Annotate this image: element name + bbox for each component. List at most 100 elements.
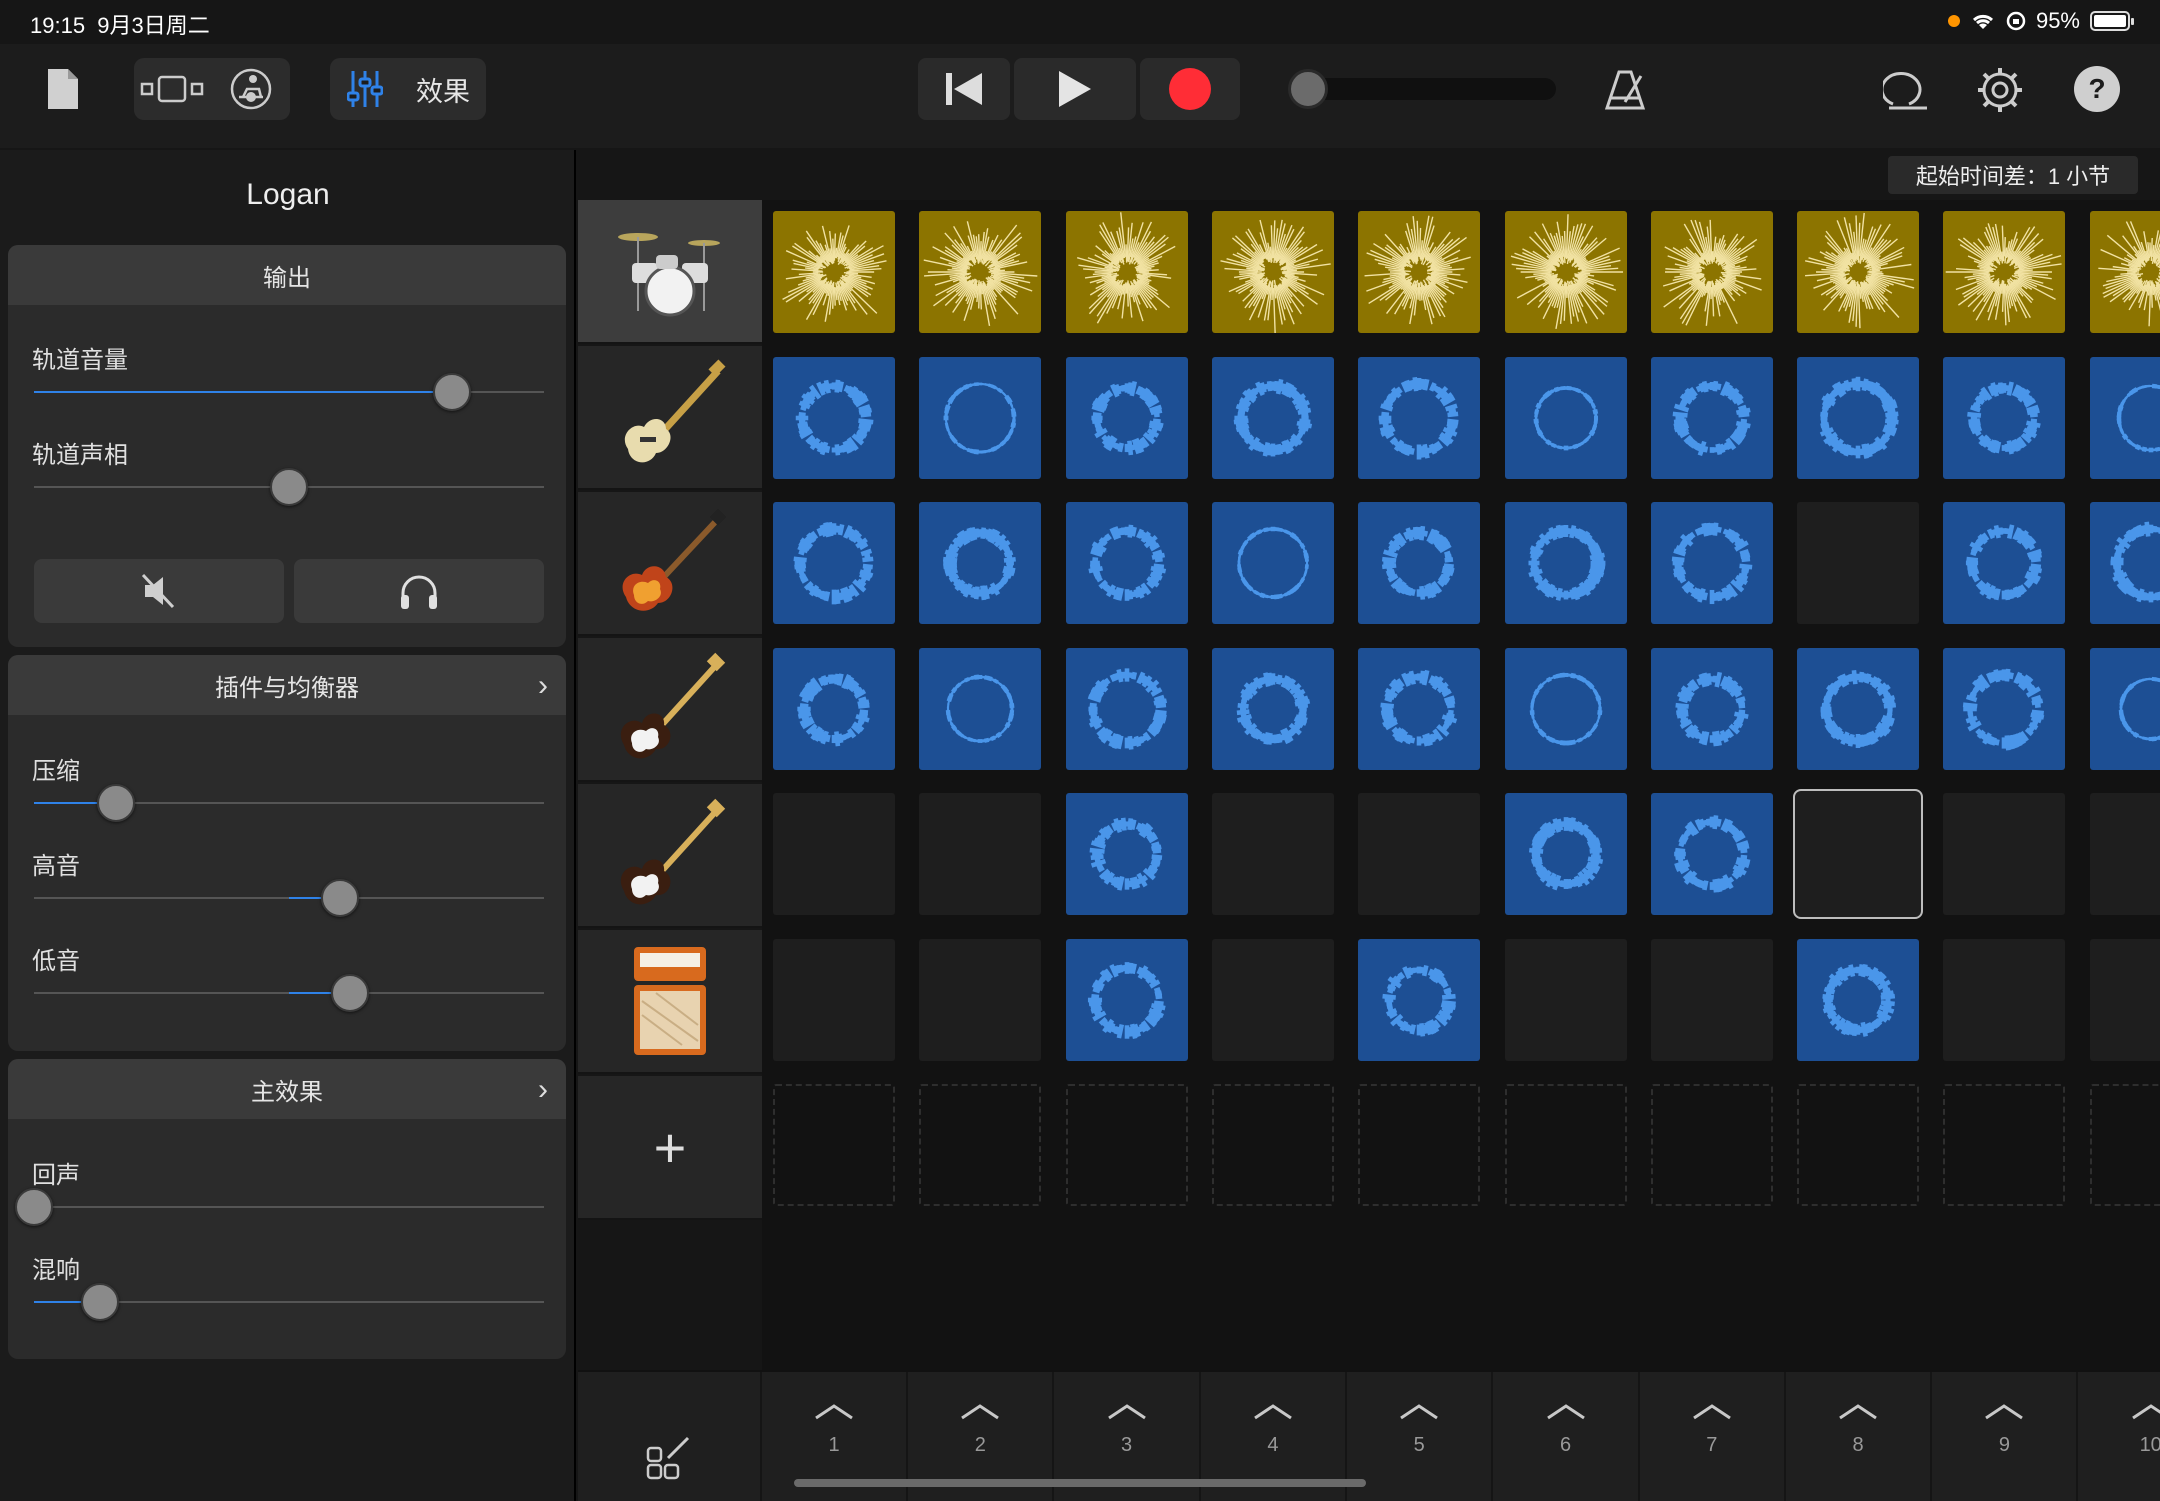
loop-cell[interactable] <box>1211 502 1334 624</box>
loop-cell[interactable] <box>1504 502 1627 624</box>
placeholder-cell[interactable] <box>2089 1084 2160 1206</box>
volume-knob[interactable] <box>433 373 472 411</box>
loop-cell[interactable] <box>1358 647 1481 770</box>
loop-cell[interactable] <box>1211 356 1334 479</box>
placeholder-cell[interactable] <box>1504 1084 1627 1206</box>
master-effects-header[interactable]: 主效果 › <box>8 1059 566 1119</box>
loop-cell[interactable] <box>1065 793 1188 915</box>
track-header-electric-guitar-2[interactable] <box>578 638 762 782</box>
empty-cell[interactable] <box>1943 938 2066 1061</box>
empty-cell[interactable] <box>1943 793 2066 915</box>
empty-cell-selected[interactable] <box>1793 789 1924 919</box>
loop-cell[interactable] <box>919 647 1042 770</box>
column-trigger[interactable]: 6 <box>1494 1372 1640 1501</box>
loop-cell[interactable] <box>2089 647 2160 770</box>
document-icon[interactable] <box>38 64 88 114</box>
track-header-drums[interactable] <box>578 200 762 344</box>
treble-knob[interactable] <box>321 879 359 917</box>
loop-cell-drums[interactable] <box>1943 211 2066 333</box>
loop-cell[interactable] <box>1065 502 1188 624</box>
settings-gear-icon[interactable] <box>1972 62 2028 118</box>
loop-cell[interactable] <box>1504 793 1627 915</box>
empty-cell[interactable] <box>1797 502 1920 624</box>
empty-cell[interactable] <box>1504 938 1627 1061</box>
empty-cell[interactable] <box>1211 938 1334 1061</box>
loop-cell[interactable] <box>1797 647 1920 770</box>
echo-knob[interactable] <box>15 1188 53 1226</box>
loop-cell-drums[interactable] <box>1065 211 1188 333</box>
loop-cell-drums[interactable] <box>1650 211 1773 333</box>
loop-cell[interactable] <box>919 356 1042 479</box>
track-header-electric-guitar-1[interactable] <box>578 492 762 636</box>
column-trigger[interactable]: 7 <box>1640 1372 1786 1501</box>
column-trigger[interactable]: 5 <box>1347 1372 1494 1501</box>
loop-cell[interactable] <box>1797 938 1920 1061</box>
pan-knob[interactable] <box>270 468 308 506</box>
edit-cells-button[interactable] <box>578 1372 762 1501</box>
loop-cell[interactable] <box>773 647 895 770</box>
loop-cell[interactable] <box>2089 356 2160 479</box>
loop-cell[interactable] <box>773 356 895 479</box>
effects-button[interactable]: 效果 <box>400 58 486 120</box>
placeholder-cell[interactable] <box>1358 1084 1481 1206</box>
loop-cell[interactable] <box>1650 356 1773 479</box>
volume-slider[interactable] <box>34 373 544 411</box>
rewind-button[interactable] <box>918 58 1010 120</box>
empty-cell[interactable] <box>773 793 895 915</box>
loop-cell-drums[interactable] <box>1797 211 1920 333</box>
loop-cell[interactable] <box>1358 502 1481 624</box>
column-trigger[interactable]: 8 <box>1786 1372 1933 1501</box>
track-header-amp[interactable] <box>578 930 762 1074</box>
help-icon[interactable]: ? <box>2074 66 2120 112</box>
loop-cell-drums[interactable] <box>1358 211 1481 333</box>
column-trigger[interactable]: 9 <box>1932 1372 2079 1501</box>
empty-cell[interactable] <box>919 938 1042 1061</box>
loop-cell[interactable] <box>1650 502 1773 624</box>
compression-knob[interactable] <box>96 784 135 822</box>
loop-cell-drums[interactable] <box>2089 211 2160 333</box>
reverb-slider[interactable] <box>34 1283 544 1321</box>
empty-cell[interactable] <box>919 793 1042 915</box>
start-offset-label[interactable]: 起始时间差：1 小节 <box>1888 156 2138 194</box>
placeholder-cell[interactable] <box>773 1084 895 1206</box>
empty-cell[interactable] <box>773 938 895 1061</box>
record-button[interactable] <box>1140 58 1240 120</box>
loop-cell[interactable] <box>1504 647 1627 770</box>
reverb-knob[interactable] <box>81 1283 120 1321</box>
loop-cell[interactable] <box>919 502 1042 624</box>
drummer-icon[interactable] <box>212 58 290 120</box>
loop-cell[interactable] <box>1358 938 1481 1061</box>
empty-cell[interactable] <box>2089 793 2160 915</box>
empty-cell[interactable] <box>1650 938 1773 1061</box>
loop-cell[interactable] <box>1211 647 1334 770</box>
loop-cell-drums[interactable] <box>773 211 895 333</box>
loop-browser-icon[interactable] <box>1880 62 1934 118</box>
loop-cell-drums[interactable] <box>1504 211 1627 333</box>
placeholder-cell[interactable] <box>1065 1084 1188 1206</box>
loop-cell[interactable] <box>1943 647 2066 770</box>
plugins-header[interactable]: 插件与均衡器 › <box>8 655 566 715</box>
playhead-track[interactable] <box>1290 78 1556 100</box>
mixer-icon[interactable] <box>330 58 400 120</box>
loop-cell[interactable] <box>1943 356 2066 479</box>
loop-cell[interactable] <box>773 502 895 624</box>
add-track-button[interactable]: + <box>578 1076 762 1220</box>
loop-cell-drums[interactable] <box>1211 211 1334 333</box>
placeholder-cell[interactable] <box>1797 1084 1920 1206</box>
column-trigger[interactable]: 10 <box>2079 1372 2160 1501</box>
bass-knob[interactable] <box>331 974 370 1012</box>
solo-button[interactable] <box>294 559 544 623</box>
loop-cell[interactable] <box>2089 502 2160 624</box>
loop-cell[interactable] <box>1065 356 1188 479</box>
loop-cell-drums[interactable] <box>919 211 1042 333</box>
playhead-knob[interactable] <box>1288 69 1328 109</box>
treble-slider[interactable] <box>34 879 544 917</box>
compression-slider[interactable] <box>34 784 544 822</box>
track-header-electric-guitar-3[interactable] <box>578 784 762 928</box>
loop-cell[interactable] <box>1065 647 1188 770</box>
echo-slider[interactable] <box>15 1188 544 1226</box>
loop-cell[interactable] <box>1650 793 1773 915</box>
tracks-view-icon[interactable] <box>134 58 212 120</box>
placeholder-cell[interactable] <box>1650 1084 1773 1206</box>
pan-slider[interactable] <box>34 468 544 506</box>
